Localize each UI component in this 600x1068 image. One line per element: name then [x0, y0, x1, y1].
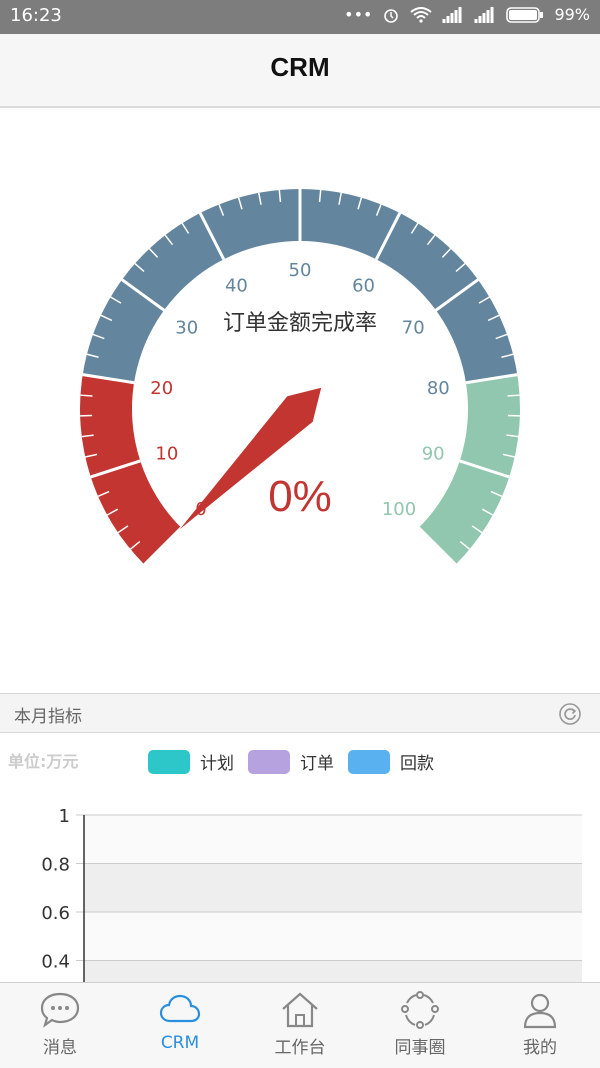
tab-label-crm: CRM: [161, 1033, 199, 1053]
gauge-chart: 0102030405060708090100 订单金额完成率 0%: [0, 108, 600, 693]
status-icons: ••• 99%: [344, 5, 590, 24]
gauge-tick-label: 40: [225, 275, 248, 296]
page-title: CRM: [0, 52, 600, 83]
gauge-tick-label: 80: [427, 378, 450, 399]
gauge-minor-tick: [508, 395, 520, 396]
cloud-icon: [158, 991, 202, 1029]
refresh-icon[interactable]: [558, 702, 582, 730]
gauge-value: 0%: [268, 472, 332, 521]
legend-label-plan: 计划: [200, 749, 234, 774]
tab-label-colleagues: 同事圈: [395, 1033, 446, 1058]
gauge-tick-label: 30: [175, 318, 198, 339]
chart-legend: 计划 订单 回款: [148, 749, 434, 774]
gauge-tick-label: 20: [150, 378, 173, 399]
gauge-tick-label: 60: [352, 275, 375, 296]
gauge-band-high: [419, 375, 520, 565]
tab-bar: 消息 CRM 工作台 同事圈 我的: [0, 982, 600, 1068]
signal-icon-2: [474, 7, 496, 23]
gauge-tick-label: 90: [422, 443, 445, 464]
circle-icon: [399, 991, 441, 1029]
gauge-tick-label: 10: [155, 443, 178, 464]
y-tick-label: 0.6: [41, 903, 70, 924]
section-label: 本月指标: [14, 702, 82, 727]
user-icon: [519, 991, 561, 1029]
legend-item-plan[interactable]: 计划: [148, 749, 234, 774]
tab-label-mine: 我的: [523, 1033, 557, 1058]
tab-label-messages: 消息: [43, 1033, 77, 1058]
gauge-panel: 0102030405060708090100 订单金额完成率 0%: [0, 108, 600, 693]
gauge-tick-label: 100: [382, 499, 416, 520]
section-header: 本月指标: [0, 693, 600, 733]
tab-messages[interactable]: 消息: [0, 983, 120, 1068]
y-tick-label: 1: [59, 806, 70, 827]
tab-mine[interactable]: 我的: [480, 983, 600, 1068]
grid-band: [84, 815, 582, 864]
legend-item-payment[interactable]: 回款: [348, 749, 434, 774]
signal-icon: [442, 7, 464, 23]
tab-colleagues[interactable]: 同事圈: [360, 983, 480, 1068]
legend-swatch-plan: [148, 750, 190, 774]
alarm-icon: [382, 6, 400, 24]
gauge-tick-label: 50: [289, 260, 312, 281]
y-tick-label: 0.4: [41, 952, 70, 973]
legend-label-payment: 回款: [400, 749, 434, 774]
status-time: 16:23: [10, 5, 62, 26]
battery-percent: 99%: [554, 5, 590, 24]
gauge-band-low: [80, 375, 181, 565]
tab-workbench[interactable]: 工作台: [240, 983, 360, 1068]
battery-icon: [506, 7, 544, 23]
tab-label-workbench: 工作台: [275, 1033, 326, 1058]
grid-band: [84, 864, 582, 913]
grid-band: [84, 912, 582, 961]
unit-label: 单位:万元: [8, 748, 78, 772]
legend-item-order[interactable]: 订单: [248, 749, 334, 774]
home-icon: [279, 991, 321, 1029]
y-tick-label: 0.8: [41, 855, 70, 876]
wifi-icon: [410, 7, 432, 23]
gauge-tick-label: 70: [402, 318, 425, 339]
message-icon: [39, 991, 81, 1029]
status-bar: 16:23 ••• 99%: [0, 0, 600, 34]
app-bar: CRM: [0, 34, 600, 108]
more-icon: •••: [344, 5, 372, 24]
gauge-title: 订单金额完成率: [223, 311, 377, 336]
legend-swatch-payment: [348, 750, 390, 774]
gauge-minor-tick: [80, 395, 92, 396]
legend-label-order: 订单: [300, 749, 334, 774]
legend-swatch-order: [248, 750, 290, 774]
tab-crm[interactable]: CRM: [120, 983, 240, 1068]
